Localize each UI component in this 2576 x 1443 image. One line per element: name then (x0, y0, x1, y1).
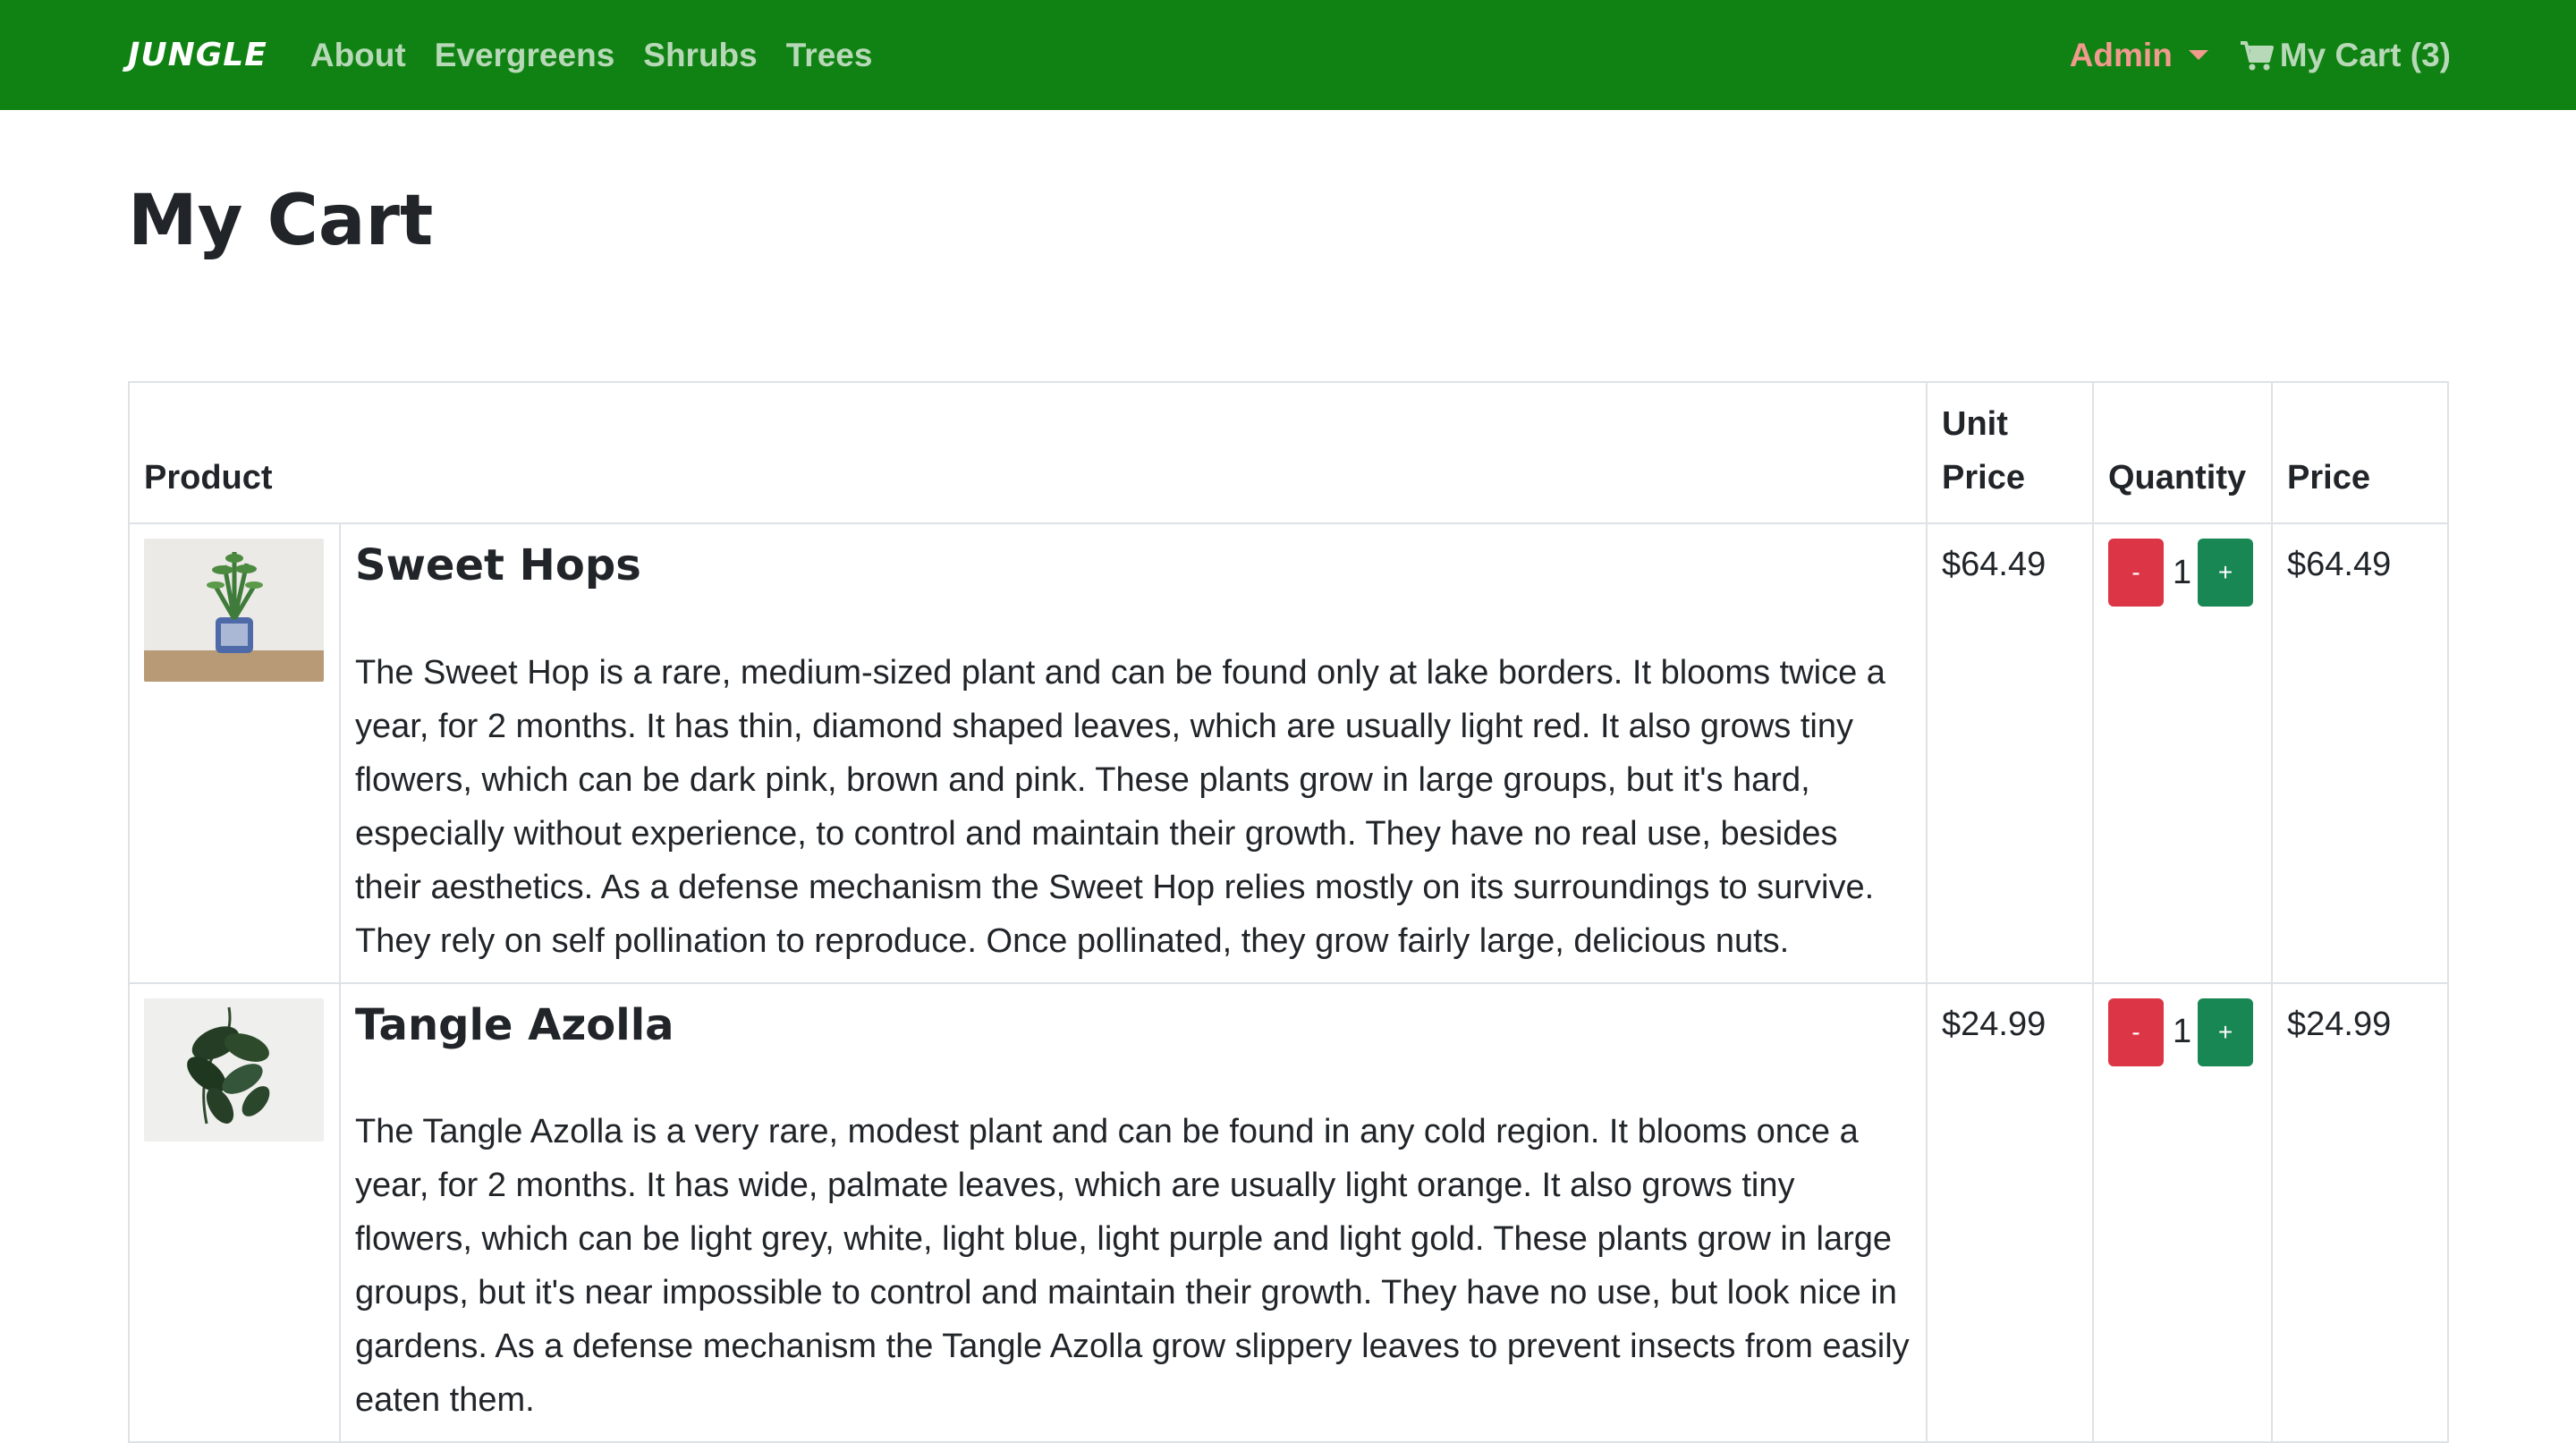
product-description: The Tangle Azolla is a very rare, modest… (355, 1113, 1910, 1420)
shopping-cart-icon (2240, 40, 2274, 70)
sweet-hops-image[interactable] (144, 539, 324, 682)
price-cell: $64.49 (2271, 522, 2449, 984)
quantity-stepper: - 1 + (2108, 997, 2257, 1066)
product-name[interactable]: Tangle Azolla (355, 1000, 1911, 1052)
quantity-cell: - 1 + (2092, 522, 2273, 984)
table-header-row: Product Unit Price Quantity Price (128, 381, 2449, 524)
admin-dropdown[interactable]: Admin (2070, 37, 2208, 74)
product-info-cell: Sweet Hops The Sweet Hop is a rare, medi… (339, 522, 1928, 984)
nav-right-group: Admin My Cart (3) (2070, 37, 2451, 74)
tangle-azolla-image[interactable] (144, 997, 324, 1142)
header-quantity: Quantity (2092, 381, 2273, 524)
nav-link-trees[interactable]: Trees (786, 37, 873, 74)
chevron-down-icon (2188, 50, 2208, 60)
product-image-cell (128, 981, 341, 1443)
unit-price-cell: $24.99 (1926, 981, 2094, 1443)
header-price: Price (2271, 381, 2449, 524)
nav-link-shrubs[interactable]: Shrubs (643, 37, 757, 74)
product-name[interactable]: Sweet Hops (355, 540, 1911, 592)
product-image-cell (128, 522, 341, 984)
header-product: Product (128, 381, 1928, 524)
admin-label: Admin (2069, 36, 2173, 73)
nav-link-evergreens[interactable]: Evergreens (435, 37, 615, 74)
quantity-value: 1 (2173, 553, 2192, 591)
my-cart-link[interactable]: My Cart (3) (2239, 37, 2451, 74)
quantity-value: 1 (2173, 1013, 2192, 1051)
increase-quantity-button[interactable]: + (2198, 997, 2253, 1066)
product-info-cell: Tangle Azolla The Tangle Azolla is a ver… (339, 981, 1928, 1443)
quantity-cell: - 1 + (2092, 981, 2273, 1443)
table-row: Tangle Azolla The Tangle Azolla is a ver… (128, 981, 2449, 1443)
product-description: The Sweet Hop is a rare, medium-sized pl… (355, 653, 1885, 960)
table-row: Sweet Hops The Sweet Hop is a rare, medi… (128, 522, 2449, 984)
price-cell: $24.99 (2271, 981, 2449, 1443)
header-unit-price: Unit Price (1926, 381, 2094, 524)
cart-table-wrapper: Product Unit Price Quantity Price Sweet … (128, 381, 2449, 1443)
quantity-stepper: - 1 + (2108, 539, 2257, 607)
decrease-quantity-button[interactable]: - (2108, 539, 2164, 607)
cart-label: My Cart (3) (2279, 36, 2451, 73)
decrease-quantity-button[interactable]: - (2108, 997, 2164, 1066)
cart-table: Product Unit Price Quantity Price Sweet … (128, 381, 2449, 1443)
unit-price-cell: $64.49 (1926, 522, 2094, 984)
increase-quantity-button[interactable]: + (2198, 539, 2253, 607)
page-title: My Cart (128, 181, 434, 261)
